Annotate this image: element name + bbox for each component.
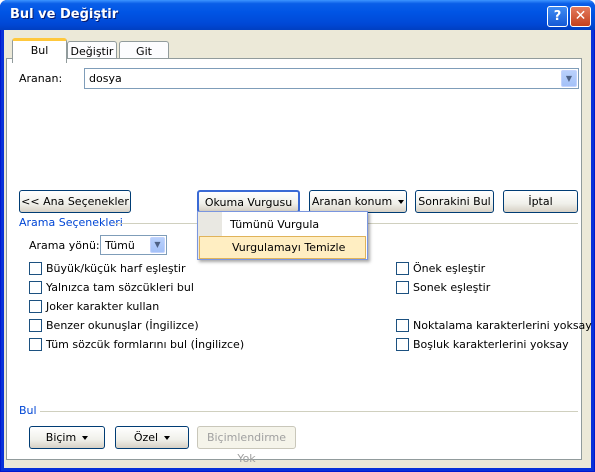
- match-prefix-checkbox[interactable]: [396, 262, 409, 275]
- match-prefix-label: Önek eşleştir: [413, 262, 486, 275]
- chevron-down-icon: ▼: [565, 74, 573, 83]
- wildcards-checkbox[interactable]: [29, 300, 42, 313]
- dropdown-arrow-icon: [164, 436, 171, 440]
- tab-find[interactable]: Bul: [12, 38, 67, 63]
- wildcards-label: Joker karakter kullan: [46, 300, 160, 313]
- word-forms-checkbox[interactable]: [29, 338, 42, 351]
- format-button[interactable]: Biçim: [29, 426, 105, 449]
- find-section-divider: [40, 411, 578, 412]
- ignore-whitespace-label: Boşluk karakterlerini yoksay: [413, 338, 569, 351]
- word-forms-label: Tüm sözcük formlarını bul (İngilizce): [46, 338, 245, 351]
- find-next-button[interactable]: Sonrakini Bul: [415, 190, 494, 213]
- reading-highlight-button[interactable]: Okuma Vurgusu: [197, 190, 300, 226]
- find-what-value[interactable]: dosya: [89, 72, 122, 85]
- menu-item-highlight-all[interactable]: Tümünü Vurgula: [198, 213, 367, 236]
- special-button[interactable]: Özel: [115, 426, 189, 449]
- tab-replace-label: Değiştir: [70, 45, 114, 58]
- ignore-punctuation-checkbox[interactable]: [396, 319, 409, 332]
- less-options-button[interactable]: << Ana Seçenekler: [19, 190, 131, 213]
- search-options-heading: Arama Seçenekleri: [19, 216, 123, 229]
- tab-goto-label: Git: [136, 45, 152, 58]
- sounds-like-checkbox[interactable]: [29, 319, 42, 332]
- find-section-heading: Bul: [19, 404, 37, 417]
- find-what-label: Aranan:: [19, 72, 63, 85]
- find-what-input[interactable]: dosya ▼: [84, 68, 579, 89]
- menu-item-clear-highlighting-label: Vurgulamayı Temizle: [232, 241, 346, 254]
- find-in-label: Aranan konum: [311, 195, 393, 208]
- special-label: Özel: [133, 431, 159, 444]
- menu-item-clear-highlighting[interactable]: Vurgulamayı Temizle: [199, 236, 366, 259]
- close-button[interactable]: ✕: [570, 6, 591, 27]
- tab-find-label: Bul: [30, 44, 49, 57]
- match-suffix-label: Sonek eşleştir: [413, 281, 491, 294]
- window-title: Bul ve Değiştir: [10, 7, 119, 22]
- sounds-like-label: Benzer okunuşlar (İngilizce): [46, 319, 199, 332]
- no-formatting-button[interactable]: Biçimlendirme Yok: [197, 426, 296, 465]
- whole-words-checkbox[interactable]: [29, 281, 42, 294]
- match-suffix-checkbox[interactable]: [396, 281, 409, 294]
- dropdown-arrow-icon: [398, 200, 405, 204]
- chevron-down-icon: ▼: [154, 240, 161, 249]
- reading-highlight-label: Okuma Vurgusu: [204, 196, 293, 209]
- reading-highlight-menu: Tümünü Vurgula Vurgulamayı Temizle: [197, 211, 368, 260]
- cancel-button[interactable]: İptal: [503, 190, 578, 213]
- help-button[interactable]: ?: [547, 6, 568, 27]
- dropdown-arrow-icon: [82, 436, 89, 440]
- whole-words-label: Yalnızca tam sözcükleri bul: [46, 281, 194, 294]
- format-label: Biçim: [45, 431, 77, 444]
- search-direction-select[interactable]: Tümü ▼: [100, 235, 167, 255]
- search-direction-value: Tümü: [105, 239, 135, 252]
- menu-item-highlight-all-label: Tümünü Vurgula: [230, 218, 320, 231]
- ignore-whitespace-checkbox[interactable]: [396, 338, 409, 351]
- match-case-label: Büyük/küçük harf eşleştir: [46, 262, 186, 275]
- find-in-button[interactable]: Aranan konum: [309, 190, 407, 213]
- match-case-checkbox[interactable]: [29, 262, 42, 275]
- find-what-dropdown-button[interactable]: ▼: [561, 70, 577, 87]
- ignore-punctuation-label: Noktalama karakterlerini yoksay: [413, 319, 592, 332]
- search-direction-dropdown-button[interactable]: ▼: [150, 237, 165, 253]
- search-direction-label: Arama yönü:: [29, 239, 100, 252]
